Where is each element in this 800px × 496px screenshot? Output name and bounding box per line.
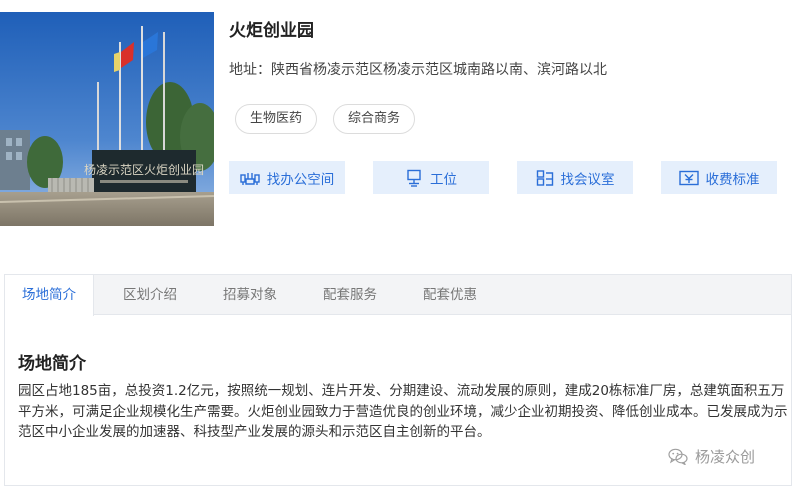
tag-biomedicine: 生物医药 [235, 104, 318, 134]
tab-support-benefits[interactable]: 配套优惠 [406, 275, 494, 315]
find-meeting-room-button[interactable]: 找会议室 [517, 161, 633, 194]
workstation-label: 工位 [430, 171, 457, 188]
park-photo: 杨凌示范区火炬创业园 [0, 12, 214, 226]
park-title: 火炬创业园 [229, 21, 314, 41]
section-title: 场地简介 [18, 354, 86, 374]
watermark-text: 杨凌众创 [695, 448, 756, 466]
wechat-icon [668, 448, 688, 465]
find-office-button[interactable]: 找办公空间 [229, 161, 345, 194]
tab-bar: 场地简介 区划介绍 招募对象 配套服务 配套优惠 [5, 275, 791, 316]
office-icon [240, 172, 260, 185]
workstation-icon [407, 169, 421, 187]
meeting-room-icon [536, 169, 553, 186]
section-body: 园区占地185亩，总投资1.2亿元，按照统一规划、连片开发、分期建设、流动发展的… [18, 383, 788, 440]
action-bar: 找办公空间 工位 找会议室 收费标准 [229, 161, 777, 194]
tag-list: 生物医药 综合商务 [235, 104, 416, 134]
tab-zoning-intro[interactable]: 区划介绍 [106, 275, 194, 315]
tab-site-intro[interactable]: 场地简介 [5, 275, 94, 316]
tag-business: 综合商务 [333, 104, 416, 134]
watermark: 杨凌众创 [668, 446, 755, 467]
find-meeting-room-label: 找会议室 [560, 171, 615, 188]
tab-recruit-targets[interactable]: 招募对象 [206, 275, 294, 315]
workstation-button[interactable]: 工位 [373, 161, 489, 194]
find-office-label: 找办公空间 [266, 171, 335, 188]
fee-standard-button[interactable]: 收费标准 [661, 161, 777, 194]
photo-sign-text: 杨凌示范区火炬创业园 [84, 162, 204, 177]
tab-support-services[interactable]: 配套服务 [306, 275, 394, 315]
fee-standard-label: 收费标准 [705, 171, 760, 188]
fee-icon [678, 170, 699, 185]
park-address: 地址：陕西省杨凌示范区杨凌示范区城南路以南、滨河路以北 [229, 62, 607, 78]
